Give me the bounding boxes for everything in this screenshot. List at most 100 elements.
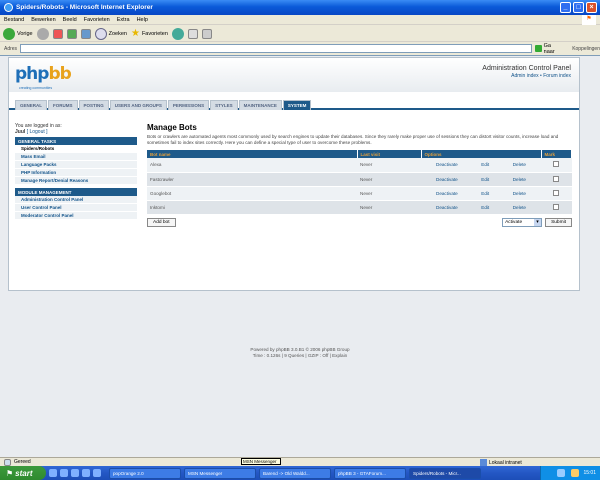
menu-help[interactable]: Help [137, 17, 148, 23]
menu-tools[interactable]: Extra [117, 17, 130, 23]
acp-page: phpbb creating communities Administratio… [8, 57, 580, 291]
edit-link[interactable]: Edit [481, 162, 489, 167]
delete-link[interactable]: Delete [513, 191, 526, 196]
address-input[interactable] [20, 44, 532, 53]
delete-link[interactable]: Delete [513, 205, 526, 210]
sidebar-item-manage-reasons[interactable]: Manage Report/Denial Reasons [15, 177, 137, 185]
maximize-button[interactable]: □ [573, 2, 584, 13]
favorites-button[interactable]: ★ Favorieten [131, 28, 168, 39]
sidebar-item-ucp-modules[interactable]: User Control Panel [15, 204, 137, 212]
tab-forums[interactable]: FORUMS [48, 100, 78, 110]
sidebar-item-php-information[interactable]: PHP Information [15, 169, 137, 177]
tab-maintenance[interactable]: MAINTENANCE [238, 100, 282, 110]
address-bar: Adres Ga naar Koppelingen [0, 43, 600, 55]
bots-table: Bot name Last visit Options Mark Alexa N… [147, 150, 572, 215]
quicklaunch-app-icon[interactable] [93, 469, 101, 477]
task-barend-chat[interactable]: Barend -> Old Waldd... [259, 467, 331, 479]
acp-tabs: GENERAL FORUMS POSTING USERS AND GROUPS … [9, 98, 579, 110]
edit-link[interactable]: Edit [481, 191, 489, 196]
tab-users-and-groups[interactable]: USERS AND GROUPS [109, 100, 167, 110]
window-titlebar: Spiders/Robots - Microsoft Internet Expl… [0, 0, 600, 15]
mail-icon[interactable] [187, 28, 198, 39]
menu-file[interactable]: Bestand [4, 17, 24, 23]
tab-system[interactable]: SYSTEM [282, 100, 312, 110]
acp-header: phpbb creating communities Administratio… [9, 58, 579, 92]
search-button[interactable]: Zoeken [94, 27, 127, 40]
print-icon[interactable] [201, 28, 212, 39]
go-arrow-icon [534, 45, 542, 52]
delete-link[interactable]: Delete [513, 162, 526, 167]
mark-checkbox[interactable] [553, 203, 560, 210]
edit-link[interactable]: Edit [481, 177, 489, 182]
sidebar-item-acp-modules[interactable]: Administration Control Panel [15, 196, 137, 204]
tab-permissions[interactable]: PERMISSIONS [167, 100, 210, 110]
task-msn-messenger[interactable]: MSN Messenger [184, 467, 256, 479]
deactivate-link[interactable]: Deactivate [436, 162, 458, 167]
tab-posting[interactable]: POSTING [78, 100, 109, 110]
close-button[interactable]: × [586, 2, 597, 13]
tray-msn-icon[interactable] [571, 469, 580, 477]
quicklaunch-mail-icon[interactable] [82, 469, 90, 477]
mark-checkbox[interactable] [553, 161, 560, 168]
acp-header-links[interactable]: Admin index • Forum index [511, 73, 571, 79]
submit-button[interactable]: Submit [545, 217, 572, 227]
mark-checkbox[interactable] [553, 189, 560, 196]
quicklaunch-desktop-icon[interactable] [60, 469, 68, 477]
bot-name: Fastcrawler [147, 172, 357, 187]
quicklaunch-media-icon[interactable] [71, 469, 79, 477]
page-title: Manage Bots [147, 123, 197, 132]
forward-button[interactable] [36, 27, 49, 40]
sidebar-item-mass-email[interactable]: Mass Email [15, 153, 137, 161]
status-bar: Gereed Lokaal intranet [0, 457, 600, 466]
windows-logo-icon: ⚑ [582, 15, 596, 25]
back-arrow-icon [3, 27, 15, 40]
table-row: Fastcrawler Never Deactivate Edit Delete [147, 172, 572, 187]
history-icon[interactable] [171, 27, 184, 40]
delete-link[interactable]: Delete [513, 177, 526, 182]
home-icon[interactable] [80, 28, 91, 39]
windows-flag-icon: ⚑ [6, 468, 14, 478]
star-icon: ★ [130, 28, 140, 39]
deactivate-link[interactable]: Deactivate [436, 205, 458, 210]
sidebar-section-general-tasks: GENERAL TASKS [15, 137, 137, 145]
menu-edit[interactable]: Bewerken [31, 17, 55, 23]
bot-options: Deactivate Edit Delete [421, 186, 541, 201]
sidebar-item-mcp-modules[interactable]: Moderator Control Panel [15, 212, 137, 220]
quicklaunch-ie-icon[interactable] [49, 469, 57, 477]
bot-name: Googlebot [147, 186, 357, 201]
minimize-button[interactable]: _ [560, 2, 571, 13]
start-button[interactable]: ⚑ start [0, 466, 46, 480]
forward-arrow-icon [36, 27, 49, 40]
refresh-icon[interactable] [66, 28, 77, 39]
menu-view[interactable]: Beeld [63, 17, 77, 23]
tab-styles[interactable]: STYLES [210, 100, 238, 110]
deactivate-link[interactable]: Deactivate [436, 177, 458, 182]
sidebar-item-spiders-robots[interactable]: Spiders/Robots [15, 145, 137, 153]
back-button[interactable]: Vorige [3, 27, 33, 40]
tab-general[interactable]: GENERAL [15, 100, 48, 110]
edit-link[interactable]: Edit [481, 205, 489, 210]
stop-icon[interactable] [52, 28, 63, 39]
menu-favorites[interactable]: Favorieten [84, 17, 110, 23]
task-spiders-robots[interactable]: Spiders/Robots - Micr... [409, 467, 481, 479]
bot-options: Deactivate Edit Delete [421, 172, 541, 187]
deactivate-link[interactable]: Deactivate [436, 191, 458, 196]
bot-options: Deactivate Edit Delete [421, 158, 541, 173]
phpbb-logo[interactable]: phpbb [15, 64, 72, 84]
task-poporange[interactable]: popOrange 2.0 [109, 467, 181, 479]
system-tray: 15:01 [540, 466, 600, 480]
go-button[interactable]: Ga naar [534, 43, 563, 55]
action-select[interactable]: Activate ▾ [502, 217, 543, 227]
tooltip: MSN Messenger [241, 458, 281, 465]
links-button[interactable]: Koppelingen [572, 46, 600, 52]
main-panel: Manage Bots Bots or crawlers are automat… [147, 123, 572, 227]
sidebar-item-language-packs[interactable]: Language Packs [15, 161, 137, 169]
tray-network-icon[interactable] [557, 469, 566, 477]
task-phpbb-forum[interactable]: phpBB 3 - GTAForum... [334, 467, 406, 479]
search-icon [94, 27, 107, 40]
add-bot-button[interactable]: Add bot [147, 217, 176, 227]
logout-link[interactable]: [ Logout ] [27, 129, 48, 135]
chevron-down-icon: ▾ [534, 218, 542, 226]
login-info: You are logged in as: Juul [ Logout ] [15, 123, 137, 135]
mark-checkbox[interactable] [553, 175, 560, 182]
